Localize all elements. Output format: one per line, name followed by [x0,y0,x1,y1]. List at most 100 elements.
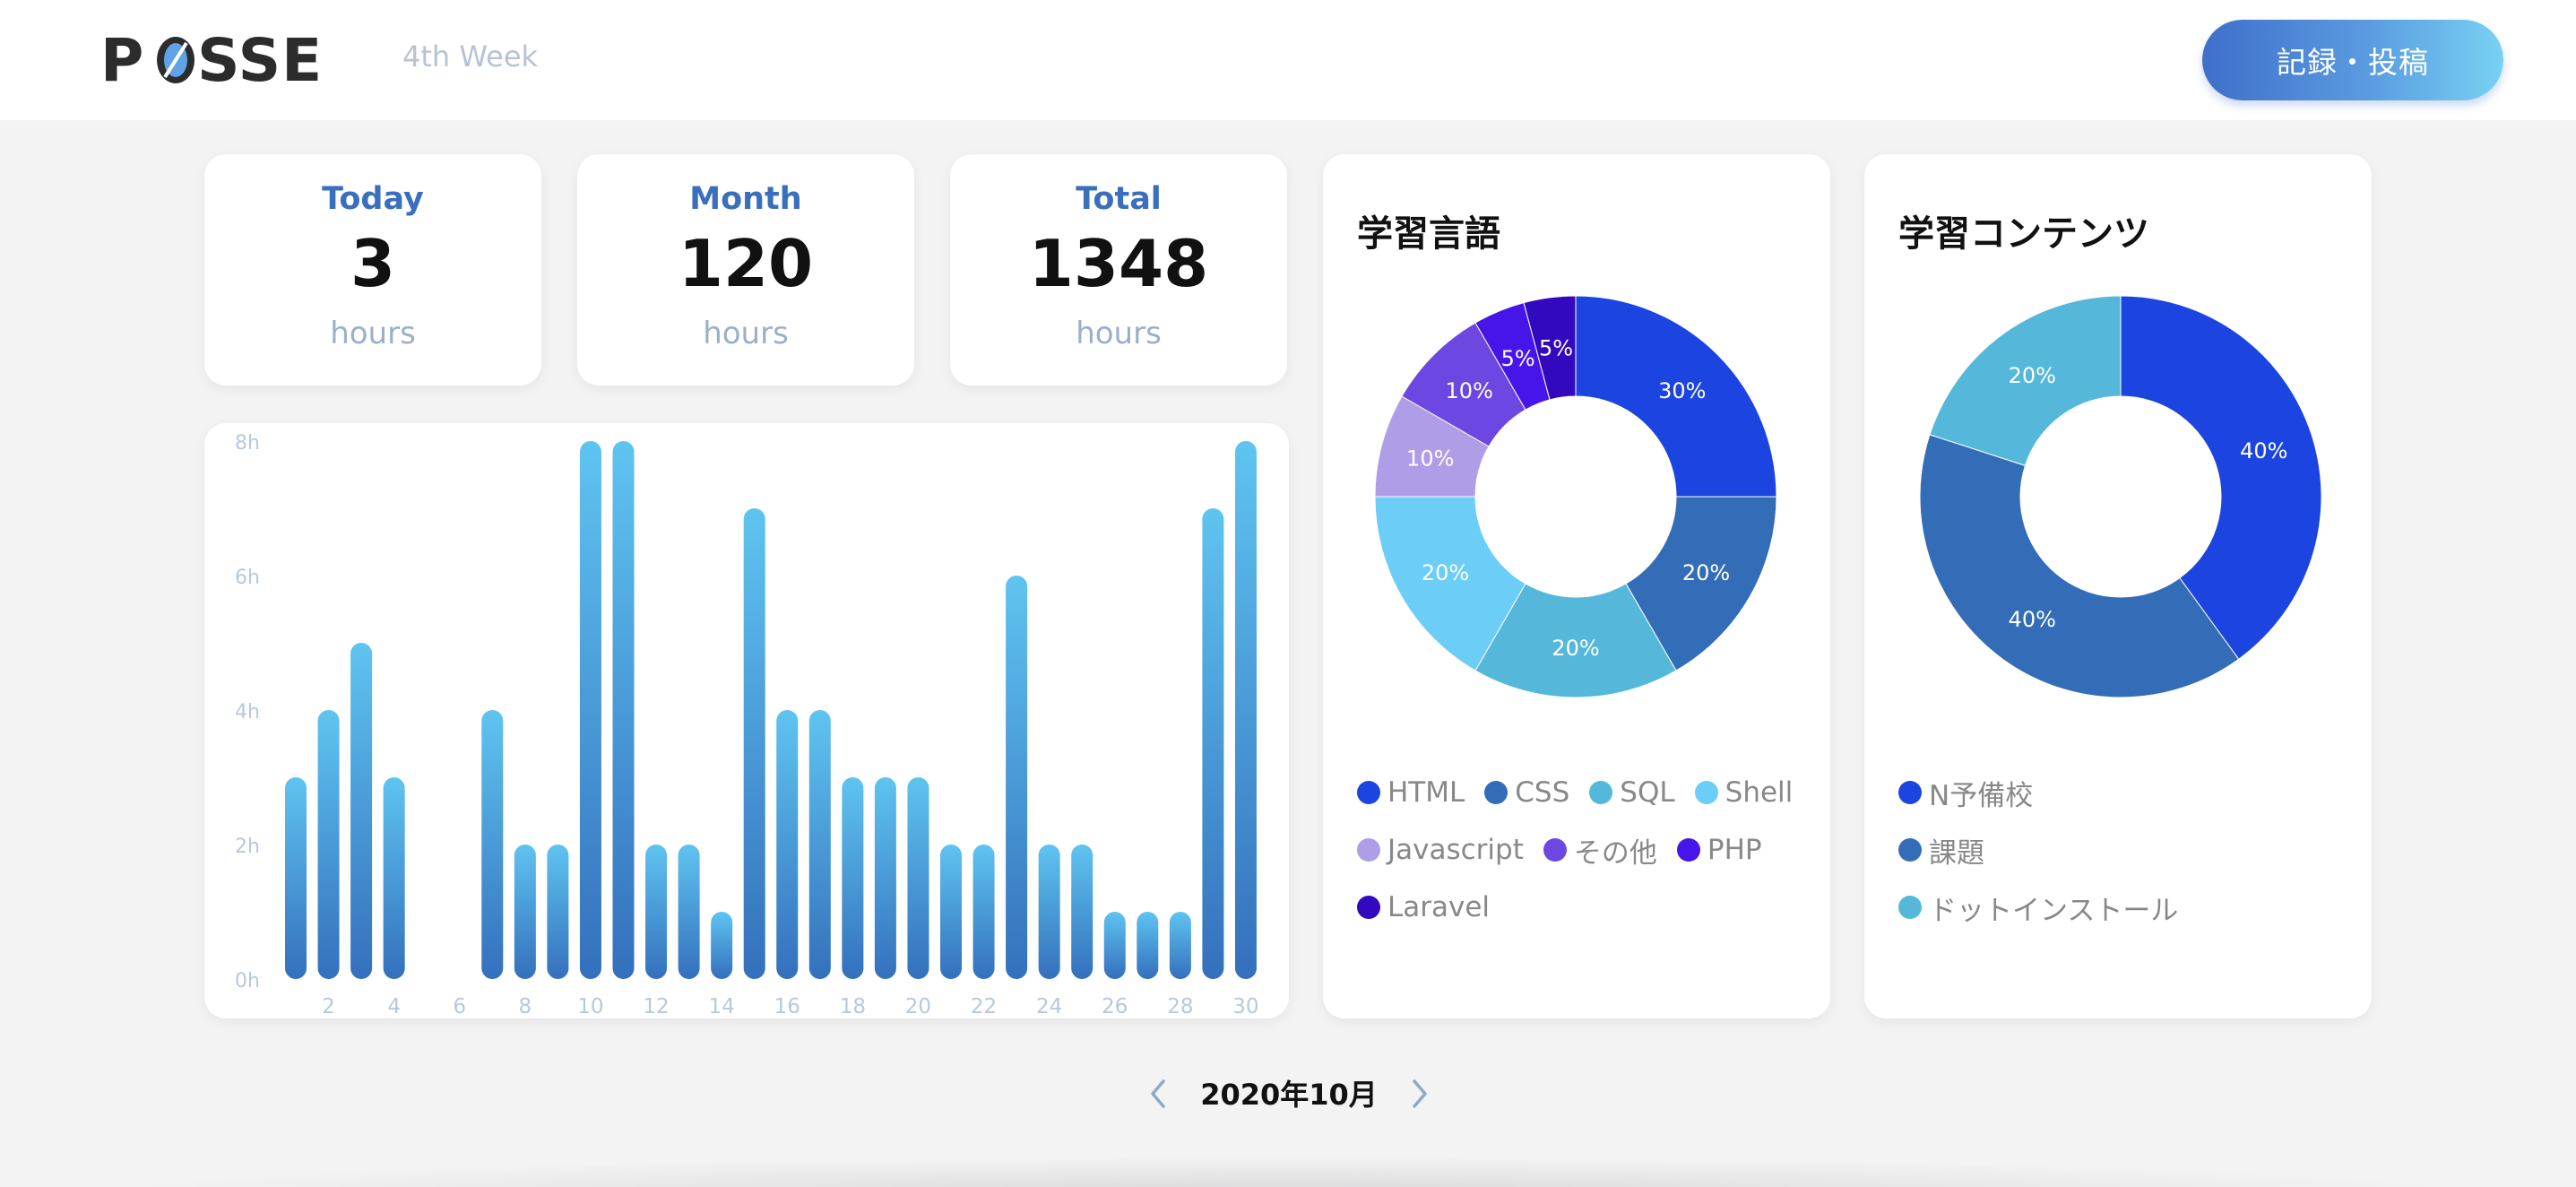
x-tick-label: 14 [709,995,735,1018]
bar-day-26 [1103,912,1126,979]
bar-day-10 [579,441,601,979]
slice-value-label: 20% [1682,560,1730,585]
slice-value-label: 30% [1658,378,1706,403]
slice-value-label: 20% [1422,560,1469,585]
current-month-label: 2020年10月 [1200,1078,1378,1112]
legend-swatch [1484,781,1508,804]
slice-value-label: 5% [1539,335,1573,360]
slice-課題 [1919,434,2240,698]
legend-label: Javascript [1387,834,1524,866]
legend-item: HTML [1357,764,1465,821]
x-tick-label: 22 [971,995,997,1018]
language-chart-card: 学習言語 30% 20% 20% 20% 10% 10% 5% 5% HTML CSS SQL Sh… [1323,154,1830,1018]
stat-card-today: Today 3 hours [204,154,541,386]
legend-item: SQL [1589,764,1675,821]
legend-swatch [1898,781,1922,804]
x-tick-label: 28 [1167,995,1193,1018]
bar-day-3 [350,643,373,979]
legend-item: その他 [1543,821,1657,879]
content-chart-card: 学習コンテンツ 40% 40% 20% N予備校 課題 ドットインストール [1864,154,2372,1018]
bar-day-27 [1137,912,1159,979]
bar-day-11 [612,441,635,979]
legend-item: Javascript [1357,821,1524,879]
bar-day-13 [678,845,700,979]
legend-swatch [1543,838,1567,862]
bar-day-28 [1169,912,1191,979]
legend-label: SQL [1620,776,1675,809]
svg-text:SSE: SSE [197,32,323,86]
slice-value-label: 40% [2009,607,2056,632]
bar-day-8 [514,845,536,979]
x-tick-label: 26 [1102,995,1128,1018]
x-tick-label: 4 [387,995,401,1018]
bar-day-24 [1038,845,1060,979]
legend-swatch [1589,781,1613,804]
legend-swatch [1676,838,1700,862]
legend-item: CSS [1484,764,1569,821]
bar-day-29 [1202,508,1224,979]
legend-swatch [1357,781,1380,804]
x-tick-label: 18 [840,995,866,1018]
stat-label: Today [322,181,424,217]
bar-day-9 [547,845,569,979]
legend-item: Laravel [1357,879,1490,936]
slice-value-label: 40% [2240,438,2287,464]
x-tick-label: 20 [905,995,931,1018]
y-tick-label: 8h [235,432,260,455]
legend-label: CSS [1515,776,1570,809]
post-record-button[interactable]: 記録・投稿 [2202,20,2503,100]
content-legend: N予備校 課題 ドットインストール [1898,764,2382,936]
legend-item: Shell [1694,764,1794,821]
bar-day-15 [743,508,765,979]
legend-swatch [1898,838,1922,862]
x-tick-label: 2 [322,995,335,1018]
x-tick-label: 16 [774,995,800,1018]
slice-value-label: 10% [1446,378,1493,403]
bar-day-30 [1234,441,1257,979]
stat-unit: hours [1076,316,1162,351]
svg-text:P: P [100,32,144,86]
x-tick-label: 6 [453,995,466,1018]
x-tick-label: 8 [519,995,532,1018]
bar-day-16 [776,710,799,979]
stat-card-month: Month 120 hours [577,154,914,386]
chevron-left-icon[interactable] [1145,1076,1171,1112]
legend-swatch [1898,896,1922,919]
bar-day-1 [285,777,307,979]
bar-day-4 [383,777,405,979]
legend-label: Shell [1725,776,1794,809]
stat-label: Total [1076,181,1162,217]
x-tick-label: 12 [643,995,669,1018]
posse-logo: P SSE [100,32,323,86]
stat-unit: hours [330,316,416,351]
bar-day-23 [1006,576,1028,979]
header: P SSE 4th Week 記録・投稿 [0,0,2576,120]
footer-shadow [90,1157,2486,1187]
legend-label: 課題 [1929,836,1984,870]
slice-value-label: 20% [1552,636,1599,661]
bar-day-2 [317,710,340,979]
legend-swatch [1357,838,1380,862]
slice-value-label: 5% [1501,346,1535,371]
bar-day-25 [1071,845,1094,979]
legend-item: ドットインストール [1898,879,2363,936]
bar-day-14 [711,912,733,979]
y-tick-label: 6h [235,567,260,589]
month-navigation: 2020年10月 [0,1072,2576,1117]
x-tick-label: 24 [1036,995,1062,1018]
bar-day-21 [940,845,962,979]
stat-card-total: Total 1348 hours [950,154,1287,386]
legend-label: Laravel [1387,891,1491,923]
daily-hours-chart-card: 0h 2h 4h 6h 8h 2 4 6 8 10 12 14 16 18 20 22 24 26 28 30 [204,423,1289,1018]
y-tick-label: 0h [235,970,260,992]
x-tick-label: 10 [577,995,603,1018]
chevron-right-icon[interactable] [1407,1076,1432,1112]
week-label: 4th Week [402,39,539,74]
slice-value-label: 20% [2009,363,2056,388]
slice-value-label: 10% [1406,446,1454,472]
legend-item: 課題 [1898,821,2363,879]
legend-label: HTML [1387,776,1465,809]
bar-day-12 [645,845,668,979]
bar-day-7 [481,710,504,979]
legend-label: ドットインストール [1929,894,2179,927]
